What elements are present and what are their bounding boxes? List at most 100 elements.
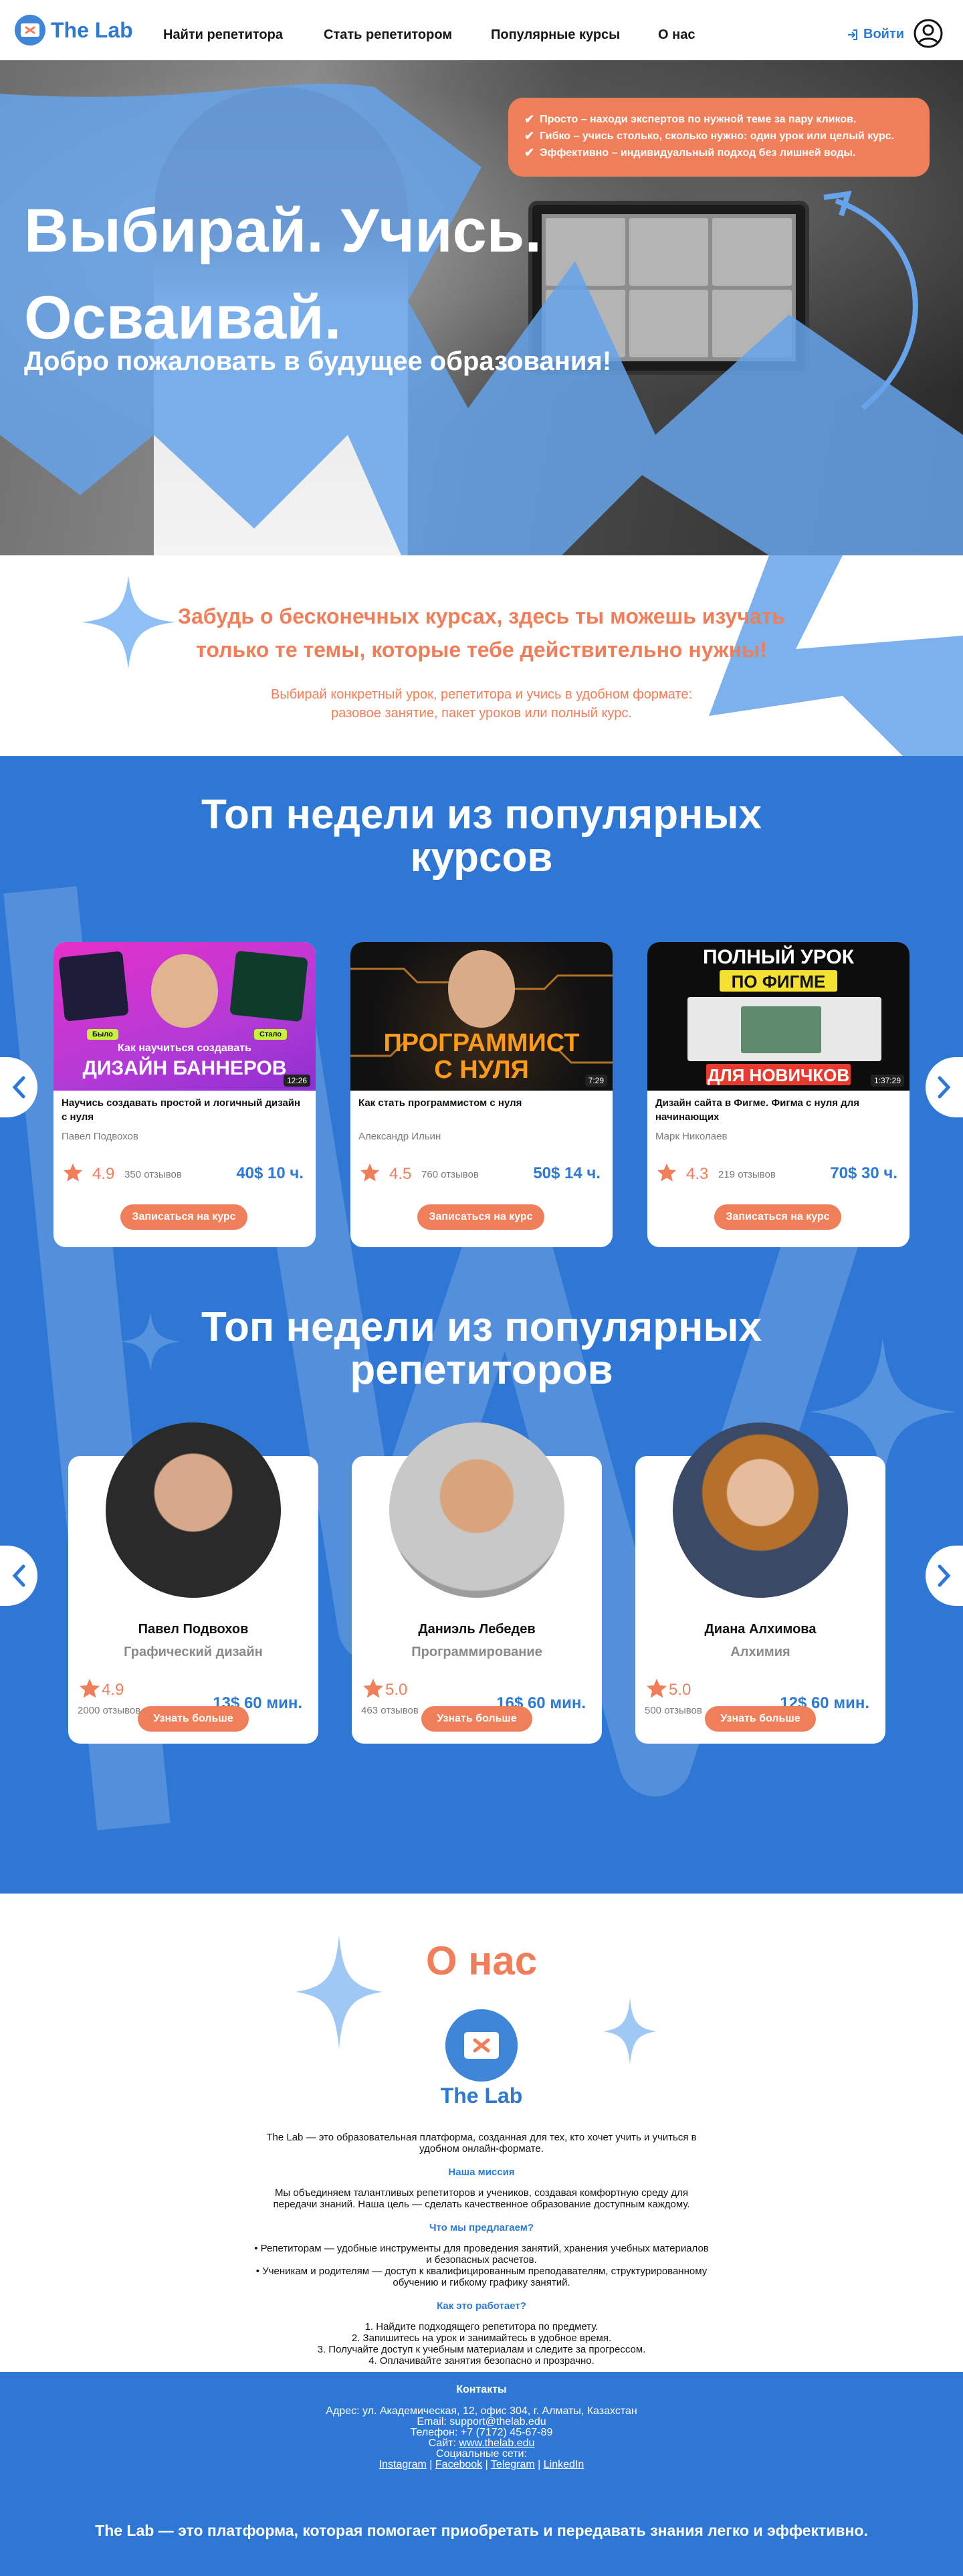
facebook-link[interactable]: Facebook: [435, 2459, 482, 2470]
login-icon: [848, 29, 857, 40]
footer-slogan: The Lab — это платформа, которая помогае…: [95, 2522, 868, 2539]
course-thumbnail: ПОЛНЫЙ УРОК ПО ФИГМЕ ДЛЯ НОВИЧКОВ 1:37:2…: [647, 942, 909, 1091]
page: { "header": { "logo_text": "The Lab", "n…: [0, 0, 963, 2576]
course-reviews: 219 отзывов: [718, 1169, 776, 1180]
tutor-rating: 4.9: [102, 1681, 124, 1699]
courses-section-title: Топ недели из популярных курсов: [201, 792, 762, 881]
course-reviews: 350 отзывов: [124, 1169, 182, 1180]
learn-more-button[interactable]: Узнать больше: [138, 1706, 249, 1732]
video-duration: 12:26: [283, 1075, 310, 1087]
hero-benefits-callout: ✔ Просто – находи экспертов по нужной тем…: [508, 98, 930, 177]
course-price: 40$ 10 ч.: [236, 1164, 304, 1182]
tutor-rating: 5.0: [669, 1681, 691, 1699]
tutor-reviews: 463 отзывов: [361, 1705, 419, 1716]
how-heading: Как это работает?: [437, 2300, 526, 2312]
tutor-subject: Программирование: [411, 1645, 542, 1659]
course-card[interactable]: Было Стало Как научиться создавать ДИЗАЙ…: [54, 942, 316, 1247]
video-duration: 7:29: [584, 1075, 607, 1087]
mission-heading: Наша миссия: [448, 2167, 515, 2178]
chevron-right-icon: [938, 1564, 951, 1587]
about-text: The Lab — это образовательная платформа,…: [214, 2132, 749, 2367]
intro-headline: Забудь о бесконечных курсах, здесь ты мо…: [177, 604, 786, 662]
nav-find-tutor[interactable]: Найти репетитора: [163, 27, 283, 43]
logo-text: The Lab: [51, 17, 133, 42]
course-rating: 4.9: [92, 1165, 115, 1183]
login-label: Войти: [863, 27, 905, 41]
star-icon: [657, 1163, 677, 1182]
footer-social-links: Instagram | Facebook | Telegram | Linked…: [379, 2459, 584, 2470]
course-price: 50$ 14 ч.: [533, 1164, 601, 1182]
star-icon: [363, 1679, 383, 1698]
benefit-1: Просто – находи экспертов по нужной теме…: [540, 114, 857, 125]
nav-popular-courses[interactable]: Популярные курсы: [491, 27, 620, 43]
avatar-tutor-1: [106, 1422, 281, 1598]
video-duration: 1:37:29: [870, 1075, 904, 1087]
footer-site-link[interactable]: www.thelab.edu: [459, 2437, 534, 2449]
tutor-subject: Алхимия: [730, 1645, 790, 1659]
logo-icon: [15, 15, 45, 45]
tutor-name[interactable]: Диана Алхимова: [635, 1622, 885, 1637]
about-brand-name: The Lab: [440, 2084, 523, 2108]
hero-title: Выбирай. Учись. Осваивай.: [24, 197, 542, 352]
benefit-2: Гибко – учись столько, сколько нужно: од…: [540, 130, 895, 142]
hero-subtitle: Добро пожаловать в будущее образования!: [24, 347, 612, 376]
tutor-subject: Графический дизайн: [124, 1645, 263, 1659]
star-icon: [63, 1163, 83, 1182]
benefit-3: Эффективно – индивидуальный подход без л…: [540, 147, 856, 159]
course-reviews: 760 отзывов: [421, 1169, 479, 1180]
nav-become-tutor[interactable]: Стать репетитором: [324, 27, 452, 43]
telegram-link[interactable]: Telegram: [491, 2459, 535, 2470]
enroll-button[interactable]: Записаться на курс: [417, 1204, 544, 1230]
course-rating: 4.3: [686, 1165, 709, 1183]
nav-about[interactable]: О нас: [658, 27, 695, 43]
tutor-rating: 5.0: [385, 1681, 408, 1699]
avatar-tutor-2: [389, 1422, 564, 1598]
hero-section: ✔ Просто – находи экспертов по нужной тем…: [0, 60, 963, 555]
avatar-tutor-3: [673, 1422, 848, 1598]
offer-heading: Что мы предлагаем?: [429, 2222, 534, 2233]
site-header: The Lab Найти репетитора Стать репетитор…: [0, 0, 963, 60]
tutor-name[interactable]: Павел Подвохов: [68, 1622, 318, 1637]
course-thumbnail: ПРОГРАММИСТ С НУЛЯ 7:29: [350, 942, 613, 1091]
enroll-button[interactable]: Записаться на курс: [714, 1204, 841, 1230]
course-author: Павел Подвохов: [62, 1131, 138, 1142]
course-author: Александр Ильин: [358, 1131, 441, 1142]
footer-heading: Контакты: [456, 2384, 507, 2395]
check-icon: ✔: [524, 112, 535, 126]
course-card[interactable]: ПРОГРАММИСТ С НУЛЯ 7:29 Как стать програ…: [350, 942, 613, 1247]
tutor-reviews: 500 отзывов: [645, 1705, 702, 1716]
popular-section: Топ недели из популярных курсов Было Ста…: [0, 756, 963, 1894]
course-card[interactable]: ПОЛНЫЙ УРОК ПО ФИГМЕ ДЛЯ НОВИЧКОВ 1:37:2…: [647, 942, 909, 1247]
course-title[interactable]: Научись создавать простой и логичный диз…: [62, 1096, 302, 1124]
logo[interactable]: The Lab: [15, 15, 133, 45]
login-button[interactable]: Войти: [846, 27, 904, 42]
user-profile-icon[interactable]: [913, 18, 944, 49]
course-price: 70$ 30 ч.: [830, 1164, 897, 1182]
intro-text: Выбирай конкретный урок, репетитора и уч…: [271, 687, 692, 721]
tutor-name[interactable]: Даниэль Лебедев: [352, 1622, 602, 1637]
chevron-left-icon: [12, 1076, 25, 1099]
tutor-reviews: 2000 отзывов: [78, 1705, 141, 1716]
star-icon: [80, 1679, 100, 1698]
chevron-right-icon: [938, 1076, 951, 1099]
linkedin-link[interactable]: LinkedIn: [544, 2459, 584, 2470]
learn-more-button[interactable]: Узнать больше: [705, 1706, 816, 1732]
site-footer: Контакты Адрес: ул. Академическая, 12, о…: [0, 2372, 963, 2576]
course-author: Марк Николаев: [655, 1131, 728, 1142]
instagram-link[interactable]: Instagram: [379, 2459, 427, 2470]
course-title[interactable]: Дизайн сайта в Фигме. Фигма с нуля для н…: [655, 1096, 896, 1124]
enroll-button[interactable]: Записаться на курс: [120, 1204, 247, 1230]
chevron-left-icon: [12, 1564, 25, 1587]
course-thumbnail: Было Стало Как научиться создавать ДИЗАЙ…: [54, 942, 316, 1091]
course-rating: 4.5: [389, 1165, 412, 1183]
tutors-section-title: Топ недели из популярных репетиторов: [201, 1304, 762, 1393]
logo-icon: [445, 2009, 518, 2082]
check-icon: ✔: [524, 129, 535, 143]
star-icon: [360, 1163, 380, 1182]
star-icon: [647, 1679, 667, 1698]
learn-more-button[interactable]: Узнать больше: [421, 1706, 532, 1732]
about-title: О нас: [425, 1938, 538, 1983]
course-title[interactable]: Как стать программистом с нуля: [358, 1096, 599, 1110]
check-icon: ✔: [524, 146, 535, 159]
sparkle-icon: [603, 1998, 657, 2065]
